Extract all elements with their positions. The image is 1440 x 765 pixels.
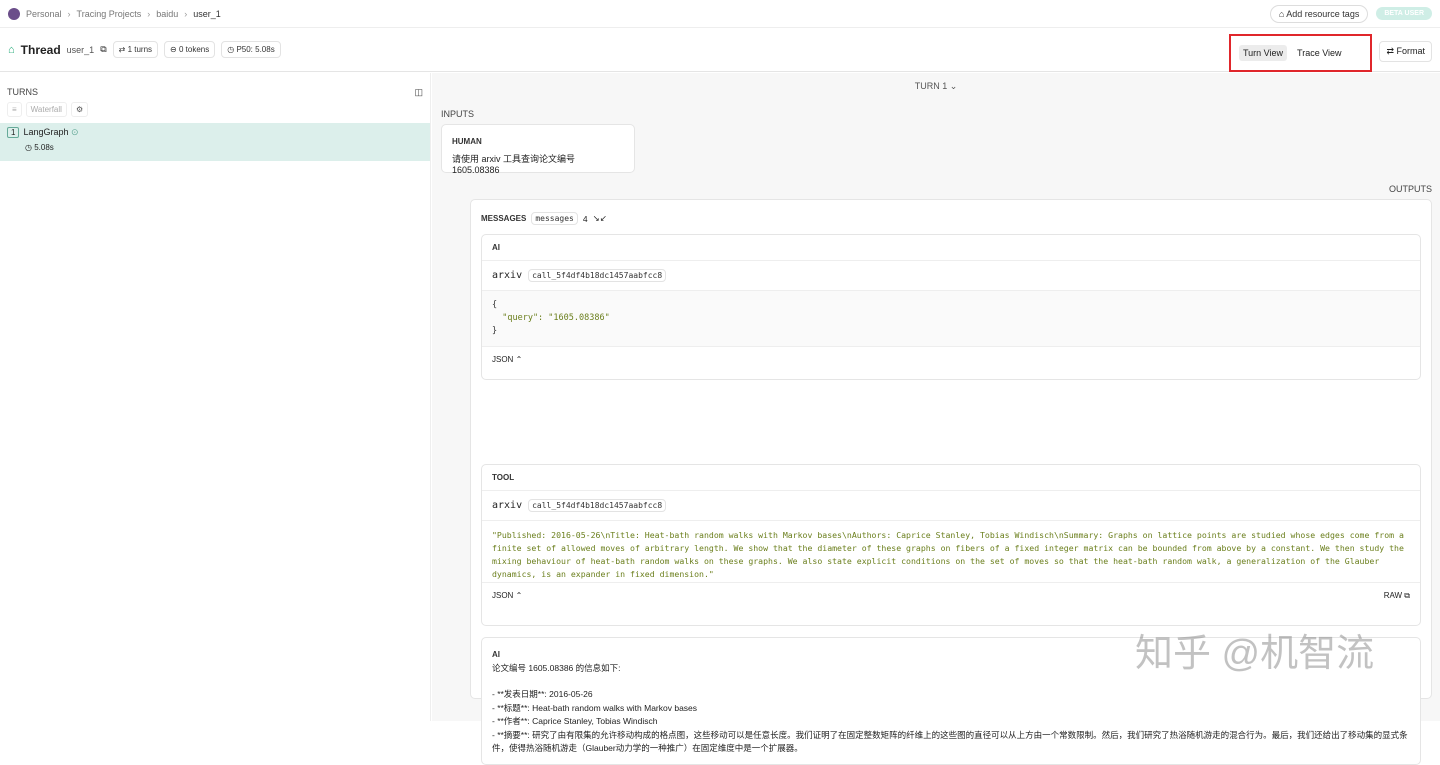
p50-chip: ◷ P50: 5.08s	[221, 41, 281, 58]
breadcrumb-tracing-projects[interactable]: Tracing Projects	[77, 9, 142, 19]
tool-output: "Published: 2016-05-26\nTitle: Heat-bath…	[482, 520, 1420, 582]
copy-icon[interactable]: ⧉	[100, 44, 106, 55]
beta-badge: BETA USER	[1376, 7, 1432, 20]
json-format-select[interactable]: JSON ⌃	[492, 591, 522, 601]
code-line: {	[492, 300, 498, 310]
turn-view-button[interactable]: Turn View	[1239, 45, 1288, 61]
role-label: TOOL	[492, 473, 515, 482]
format-label: JSON	[492, 355, 514, 364]
raw-button[interactable]: RAW ⧉	[1384, 591, 1410, 601]
turn-time: 5.08s	[34, 143, 54, 152]
tool-name: arxiv	[492, 270, 523, 281]
thread-icon: ⌂	[8, 43, 15, 56]
avatar	[8, 7, 20, 20]
tool-name: arxiv	[492, 500, 523, 511]
add-tags-label: Add resource tags	[1286, 8, 1360, 19]
message-line: - **标题**: Heat-bath random walks with Ma…	[492, 702, 698, 713]
trace-view-button[interactable]: Trace View	[1293, 45, 1346, 61]
inputs-label: INPUTS	[441, 109, 475, 119]
role-label: AI	[492, 243, 500, 252]
p50-label: P50: 5.08s	[236, 45, 275, 54]
messages-key: messages	[531, 212, 578, 225]
format-button[interactable]: ⇄ Format	[1379, 41, 1432, 62]
waterfall-button[interactable]: Waterfall	[25, 102, 67, 117]
json-format-select[interactable]: JSON ⌃	[482, 346, 1420, 372]
format-label: Format	[1396, 46, 1425, 56]
breadcrumb: Personal › Tracing Projects › baidu › user_…	[0, 0, 1440, 28]
message-line: - **作者**: Caprice Stanley, Tobias Windis…	[492, 716, 658, 726]
code-line-query: "query": "1605.08386"	[492, 313, 610, 323]
message-line: - **发表日期**: 2016-05-26	[492, 689, 593, 699]
breadcrumb-user[interactable]: user_1	[193, 9, 221, 19]
success-icon: ⊙	[71, 127, 79, 137]
tool-message: TOOL arxiv call_5f4df4b18dc1457aabfcc8 "P…	[481, 464, 1421, 626]
view-toggle: Turn View Trace View	[1229, 34, 1372, 72]
turn-item[interactable]: 1 LangGraph ⊙ ◷ 5.08s	[0, 123, 430, 161]
messages-count: 4	[582, 213, 588, 224]
thread-id: user_1	[66, 44, 95, 55]
human-text: 请使用 arxiv 工具查询论文编号 1605.08386	[452, 154, 576, 175]
breadcrumb-personal[interactable]: Personal	[26, 9, 62, 19]
turn-label: TURN 1	[914, 81, 948, 91]
turn-name: LangGraph	[23, 127, 69, 137]
call-id: call_5f4df4b18dc1457aabfcc8	[528, 499, 667, 512]
turns-title: TURNS	[7, 87, 38, 97]
turn-selector[interactable]: TURN 1 ⌄	[432, 73, 1440, 92]
human-input-card: HUMAN 请使用 arxiv 工具查询论文编号 1605.08386	[441, 124, 635, 175]
thread-header: ⌂ Thread user_1 ⧉ ⇄ 1 turns ⊖ 0 tokens ◷…	[0, 28, 1440, 72]
filter-icon[interactable]: ≡	[7, 102, 22, 117]
page-title: Thread	[20, 42, 61, 57]
collapse-panel-icon[interactable]: ◫	[414, 87, 423, 98]
message-line: - **摘要**: 研究了由有限集的允许移动构成的格点图，这些移动可以是任意长度…	[492, 729, 1408, 754]
raw-label: RAW	[1383, 591, 1403, 600]
code-line: }	[492, 326, 498, 336]
add-resource-tags-button[interactable]: ⌂ Add resource tags	[1269, 4, 1369, 23]
turns-sidebar: TURNS ◫ ≡ Waterfall ⚙ 1 LangGraph ⊙ ◷ 5.08s	[0, 73, 431, 721]
tokens-label: 0 tokens	[178, 45, 210, 54]
turns-label: 1 turns	[127, 45, 153, 54]
call-id: call_5f4df4b18dc1457aabfcc8	[528, 269, 667, 282]
turns-chip: ⇄ 1 turns	[112, 41, 159, 58]
collapse-icon[interactable]: ↘↙	[593, 213, 607, 224]
turn-number: 1	[7, 127, 20, 138]
format-label: JSON	[492, 591, 514, 600]
watermark: 知乎 @机智流	[1135, 633, 1375, 675]
ai-tool-call-message: AI arxiv call_5f4df4b18dc1457aabfcc8 { "q…	[481, 234, 1421, 380]
tool-args: { "query": "1605.08386" }	[482, 290, 1420, 346]
outputs-label: OUTPUTS	[1388, 184, 1432, 194]
messages-label: MESSAGES	[481, 214, 527, 223]
tokens-chip: ⊖ 0 tokens	[164, 41, 216, 58]
settings-icon[interactable]: ⚙	[70, 102, 89, 117]
human-label: HUMAN	[452, 137, 482, 146]
breadcrumb-baidu[interactable]: baidu	[156, 9, 178, 19]
